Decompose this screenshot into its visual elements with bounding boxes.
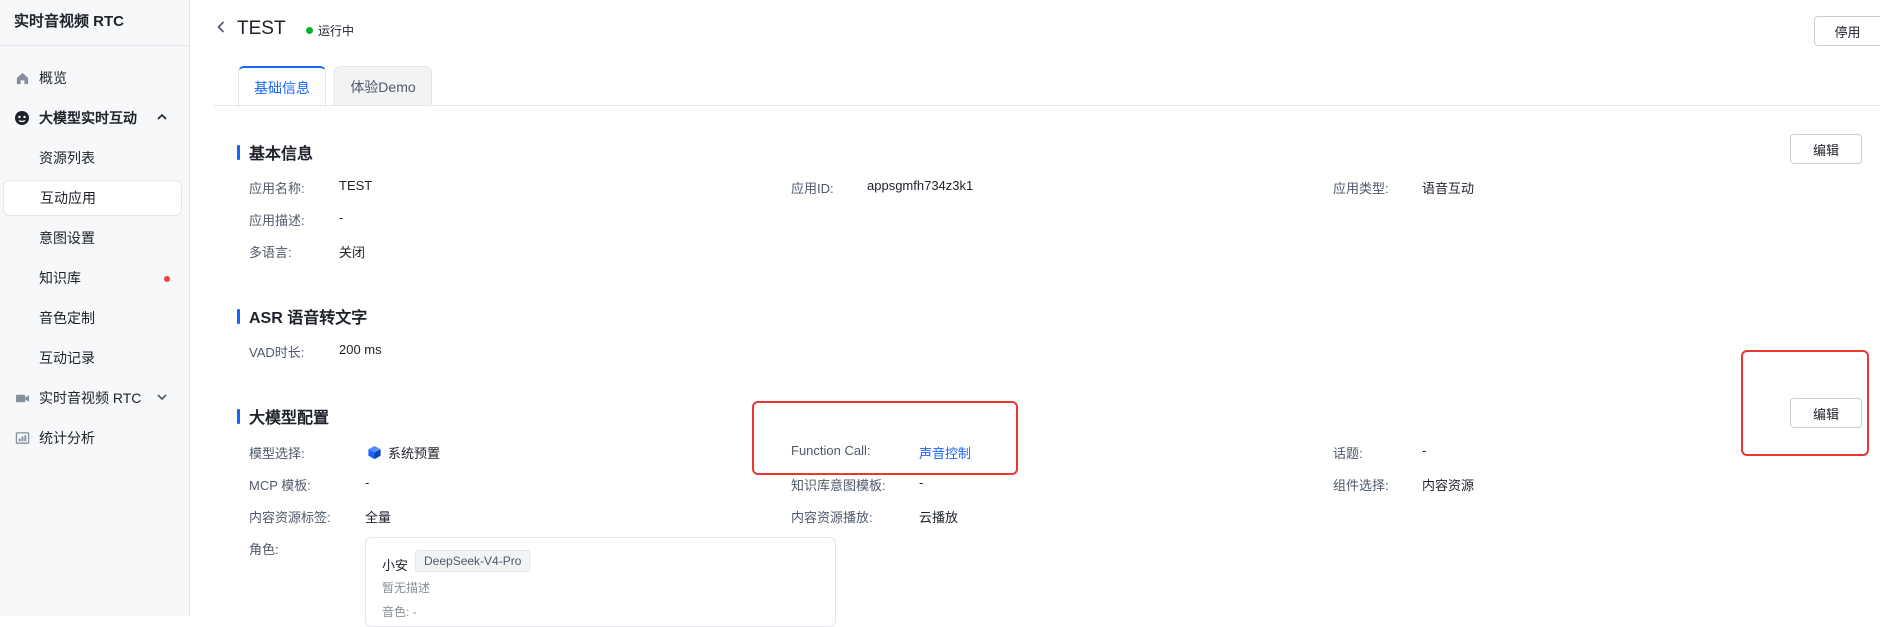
sidebar-item-llm-interaction[interactable]: 大模型实时互动 bbox=[0, 98, 190, 138]
sidebar-item-knowledge-base[interactable]: 知识库 bbox=[0, 258, 190, 298]
app-desc-value: - bbox=[339, 210, 344, 225]
app-name-value: TEST bbox=[339, 178, 373, 193]
section-accent-bar bbox=[237, 308, 240, 324]
vad-value: 200 ms bbox=[339, 342, 382, 357]
ai-chat-icon bbox=[14, 110, 30, 126]
sidebar-item-label: 概览 bbox=[39, 70, 67, 86]
status-text: 运行中 bbox=[318, 24, 355, 38]
chart-icon bbox=[14, 430, 30, 446]
section-asr: ASR 语音转文字 bbox=[237, 304, 367, 328]
multi-lang-value: 关闭 bbox=[339, 245, 366, 260]
sidebar-item-intent-settings[interactable]: 意图设置 bbox=[0, 218, 190, 258]
role-description: 暂无描述 bbox=[382, 581, 431, 595]
app-type-value: 语音互动 bbox=[1422, 181, 1475, 196]
topic-value: - bbox=[1422, 443, 1427, 458]
sidebar-item-label: 意图设置 bbox=[39, 230, 95, 246]
status-badge: 运行中 bbox=[306, 22, 354, 39]
content-play-label: 内容资源播放: bbox=[791, 510, 873, 525]
role-label: 角色: bbox=[249, 542, 279, 557]
role-name: 小安 bbox=[382, 558, 409, 573]
model-label: 模型选择: bbox=[249, 446, 305, 461]
app-id-label: 应用ID: bbox=[791, 181, 834, 196]
function-call-label: Function Call: bbox=[791, 443, 871, 458]
topic-label: 话题: bbox=[1333, 446, 1363, 461]
vad-label: VAD时长: bbox=[249, 345, 305, 360]
sidebar-item-label: 互动记录 bbox=[39, 350, 95, 366]
sidebar-item-overview[interactable]: 概览 bbox=[0, 58, 190, 98]
app-desc-label: 应用描述: bbox=[249, 213, 305, 228]
back-arrow-icon[interactable] bbox=[214, 20, 228, 37]
function-call-link[interactable]: 声音控制 bbox=[919, 443, 971, 462]
mcp-value: - bbox=[365, 475, 370, 490]
sidebar-item-interactive-app[interactable]: 互动应用 bbox=[3, 180, 182, 216]
chevron-down-icon[interactable] bbox=[156, 390, 168, 406]
disable-button[interactable]: 停用 bbox=[1814, 16, 1880, 46]
chevron-up-icon[interactable] bbox=[156, 110, 168, 126]
content-play-value: 云播放 bbox=[919, 510, 959, 525]
sidebar-item-label: 实时音视频 RTC bbox=[39, 390, 142, 406]
sidebar-item-label: 大模型实时互动 bbox=[39, 110, 137, 126]
status-dot bbox=[306, 27, 313, 34]
sidebar-item-label: 资源列表 bbox=[39, 150, 95, 166]
content-tag-label: 内容资源标签: bbox=[249, 510, 331, 525]
section-title: 基本信息 bbox=[249, 146, 314, 163]
section-accent-bar bbox=[237, 408, 240, 424]
section-accent-bar bbox=[237, 144, 240, 160]
section-basic-info: 基本信息 bbox=[237, 140, 313, 164]
component-value: 内容资源 bbox=[1422, 478, 1475, 493]
tab-basic-info[interactable]: 基础信息 bbox=[238, 66, 326, 107]
notification-dot bbox=[164, 276, 170, 282]
app-type-label: 应用类型: bbox=[1333, 181, 1389, 196]
highlight-box-function-call bbox=[752, 401, 1018, 475]
role-card[interactable]: 小安 DeepSeek-V4-Pro 暂无描述 音色: - bbox=[365, 537, 836, 627]
kb-intent-label: 知识库意图模板: bbox=[791, 478, 886, 493]
edit-llm-button[interactable]: 编辑 bbox=[1790, 398, 1862, 428]
mcp-label: MCP 模板: bbox=[249, 478, 311, 493]
role-model-tag: DeepSeek-V4-Pro bbox=[415, 550, 531, 572]
app-id-value: appsgmfh734z3k1 bbox=[867, 178, 974, 193]
sidebar-item-rtc[interactable]: 实时音视频 RTC bbox=[0, 378, 190, 418]
sidebar-item-analytics[interactable]: 统计分析 bbox=[0, 418, 190, 458]
home-icon bbox=[14, 70, 30, 86]
role-voice: 音色: - bbox=[382, 605, 417, 619]
sidebar: 实时音视频 RTC 概览 大模型实时互动 资源列表 互动应用 意图设置 知识库 … bbox=[0, 0, 190, 616]
sidebar-item-voice-custom[interactable]: 音色定制 bbox=[0, 298, 190, 338]
cube-icon bbox=[367, 445, 382, 460]
sidebar-item-interaction-records[interactable]: 互动记录 bbox=[0, 338, 190, 378]
page-title: TEST bbox=[237, 18, 286, 39]
sidebar-item-label: 互动应用 bbox=[40, 190, 96, 206]
model-text: 系统预置 bbox=[388, 446, 441, 461]
multi-lang-label: 多语言: bbox=[249, 245, 292, 260]
section-title: ASR 语音转文字 bbox=[249, 310, 368, 327]
sidebar-item-label: 音色定制 bbox=[39, 310, 95, 326]
sidebar-item-label: 统计分析 bbox=[39, 430, 95, 446]
sidebar-item-resource-list[interactable]: 资源列表 bbox=[0, 138, 190, 178]
section-llm: 大模型配置 bbox=[237, 404, 329, 428]
video-icon bbox=[14, 390, 30, 406]
section-title: 大模型配置 bbox=[249, 410, 330, 427]
component-label: 组件选择: bbox=[1333, 478, 1389, 493]
sidebar-title: 实时音视频 RTC bbox=[0, 0, 189, 46]
app-name-label: 应用名称: bbox=[249, 181, 305, 196]
sidebar-item-label: 知识库 bbox=[39, 270, 81, 286]
content-tag-value: 全量 bbox=[365, 510, 392, 525]
edit-basic-button[interactable]: 编辑 bbox=[1790, 134, 1862, 164]
kb-intent-value: - bbox=[919, 475, 924, 490]
tab-demo[interactable]: 体验Demo bbox=[334, 66, 432, 106]
tab-divider bbox=[214, 105, 1880, 106]
model-value: 系统预置 bbox=[367, 443, 440, 462]
